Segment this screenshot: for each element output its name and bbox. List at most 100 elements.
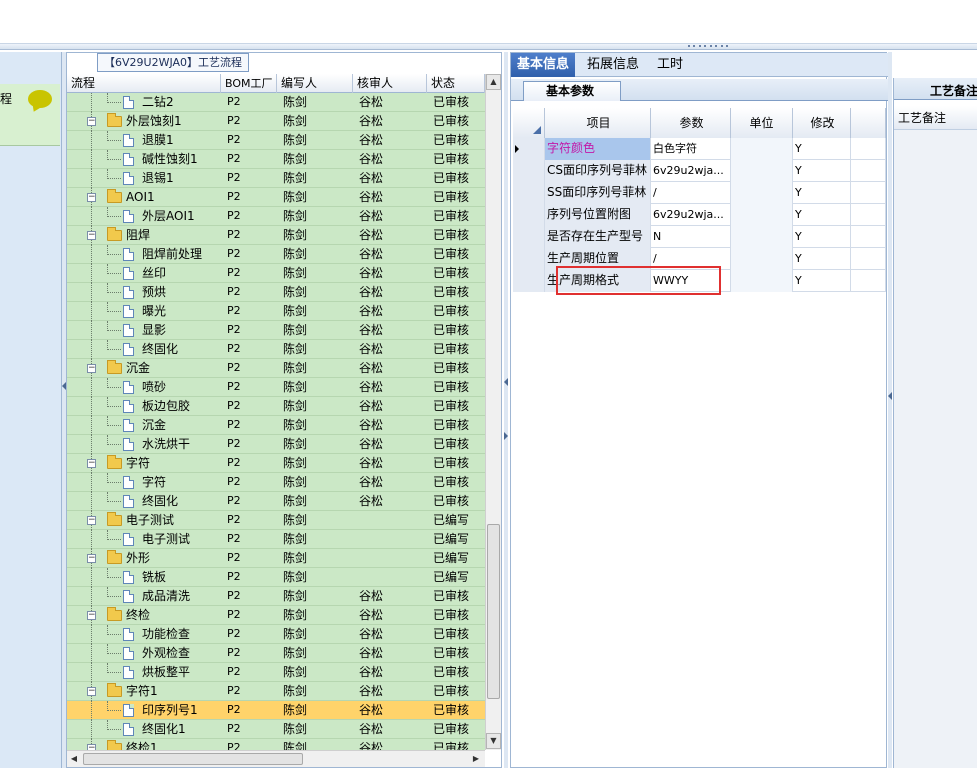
tree-node[interactable]: 丝印 — [67, 264, 221, 283]
tree-row[interactable]: 喷砂 P2 陈剑 谷松 已审核 — [67, 378, 485, 397]
collapse-tree-left-icon[interactable] — [504, 378, 508, 386]
tree-row[interactable]: − 外形 P2 陈剑 已编写 — [67, 549, 485, 568]
row-selector[interactable] — [513, 160, 545, 182]
grid-row[interactable]: 是否存在生产型号 N Y — [513, 226, 886, 248]
tab-extended-info[interactable]: 拓展信息 — [581, 53, 645, 77]
left-nav-item[interactable]: 程 — [0, 84, 60, 146]
row-selector[interactable] — [513, 182, 545, 204]
tree-node[interactable]: 二钻2 — [67, 93, 221, 112]
hscroll-thumb[interactable] — [83, 753, 303, 765]
tree-node[interactable]: 喷砂 — [67, 378, 221, 397]
row-selector[interactable] — [513, 226, 545, 248]
modify-cell[interactable]: Y — [793, 182, 851, 204]
tree-row[interactable]: − AOI1 P2 陈剑 谷松 已审核 — [67, 188, 485, 207]
tree-node[interactable]: − 字符1 — [67, 682, 221, 701]
tree-row[interactable]: 铣板 P2 陈剑 已编写 — [67, 568, 485, 587]
tree-row[interactable]: 电子测试 P2 陈剑 已编写 — [67, 530, 485, 549]
tree-node[interactable]: − 外层蚀刻1 — [67, 112, 221, 131]
collapse-node-icon[interactable]: − — [87, 193, 96, 202]
tree-row[interactable]: 终固化1 P2 陈剑 谷松 已审核 — [67, 720, 485, 739]
tree-node[interactable]: − 电子测试 — [67, 511, 221, 530]
tree-row[interactable]: 丝印 P2 陈剑 谷松 已审核 — [67, 264, 485, 283]
tree-node[interactable]: 显影 — [67, 321, 221, 340]
col-header-flow[interactable]: 流程 — [67, 74, 221, 93]
tree-node[interactable]: 退锡1 — [67, 169, 221, 188]
modify-cell[interactable]: Y — [793, 138, 851, 160]
tree-node[interactable]: 印序列号1 — [67, 701, 221, 720]
tree-row[interactable]: 退锡1 P2 陈剑 谷松 已审核 — [67, 169, 485, 188]
collapse-node-icon[interactable]: − — [87, 459, 96, 468]
tree-row[interactable]: 退膜1 P2 陈剑 谷松 已审核 — [67, 131, 485, 150]
tree-node[interactable]: 曝光 — [67, 302, 221, 321]
tree-row[interactable]: − 电子测试 P2 陈剑 已编写 — [67, 511, 485, 530]
unit-cell[interactable] — [731, 160, 793, 182]
tab-basic-info[interactable]: 基本信息 — [511, 53, 576, 77]
tree-node[interactable]: 预烘 — [67, 283, 221, 302]
tree-vertical-scrollbar[interactable]: ▲ ▼ — [485, 74, 501, 750]
tree-row[interactable]: 碱性蚀刻1 P2 陈剑 谷松 已审核 — [67, 150, 485, 169]
scroll-left-icon[interactable]: ◀ — [67, 752, 81, 766]
col-header-status[interactable]: 状态 — [427, 74, 485, 93]
tree-row[interactable]: 水洗烘干 P2 陈剑 谷松 已审核 — [67, 435, 485, 454]
tree-row[interactable]: − 外层蚀刻1 P2 陈剑 谷松 已审核 — [67, 112, 485, 131]
tree-node[interactable]: 字符 — [67, 473, 221, 492]
tree-row[interactable]: 二钻2 P2 陈剑 谷松 已审核 — [67, 93, 485, 112]
tree-row[interactable]: 烘板整平 P2 陈剑 谷松 已审核 — [67, 663, 485, 682]
tree-row[interactable]: − 阻焊 P2 陈剑 谷松 已审核 — [67, 226, 485, 245]
collapse-tree-right-icon[interactable] — [504, 432, 508, 440]
collapse-node-icon[interactable]: − — [87, 364, 96, 373]
tab-process-remark[interactable]: 工艺备注 — [930, 82, 977, 99]
unit-cell[interactable] — [731, 138, 793, 160]
tree-row[interactable]: 外观检查 P2 陈剑 谷松 已审核 — [67, 644, 485, 663]
modify-cell[interactable]: Y — [793, 226, 851, 248]
collapse-mid-icon[interactable] — [888, 392, 892, 400]
param-cell[interactable]: 6v29u2wja... — [651, 160, 731, 182]
unit-cell[interactable] — [731, 226, 793, 248]
tree-node[interactable]: 终固化 — [67, 492, 221, 511]
scroll-down-icon[interactable]: ▼ — [486, 733, 501, 749]
tree-row[interactable]: 曝光 P2 陈剑 谷松 已审核 — [67, 302, 485, 321]
tree-row[interactable]: 预烘 P2 陈剑 谷松 已审核 — [67, 283, 485, 302]
tree-row[interactable]: 板边包胶 P2 陈剑 谷松 已审核 — [67, 397, 485, 416]
horizontal-splitter[interactable] — [0, 44, 977, 50]
collapse-node-icon[interactable]: − — [87, 117, 96, 126]
tree-node[interactable]: 退膜1 — [67, 131, 221, 150]
tree-node[interactable]: − 终检 — [67, 606, 221, 625]
collapse-node-icon[interactable]: − — [87, 611, 96, 620]
col-header-writer[interactable]: 编写人 — [277, 74, 353, 93]
tree-node[interactable]: − 外形 — [67, 549, 221, 568]
tree-row[interactable]: 印序列号1 P2 陈剑 谷松 已审核 — [67, 701, 485, 720]
tree-node[interactable]: 沉金 — [67, 416, 221, 435]
modify-cell[interactable]: Y — [793, 160, 851, 182]
splitter-grip-icon[interactable] — [688, 45, 728, 48]
tree-row[interactable]: − 字符1 P2 陈剑 谷松 已审核 — [67, 682, 485, 701]
modify-cell[interactable]: Y — [793, 248, 851, 270]
tree-row[interactable]: 字符 P2 陈剑 谷松 已审核 — [67, 473, 485, 492]
tree-node[interactable]: − 终检1 — [67, 739, 221, 750]
param-cell[interactable]: 6v29u2wja... — [651, 204, 731, 226]
subtab-basic-params[interactable]: 基本参数 — [523, 81, 621, 101]
param-cell[interactable]: 白色字符 — [651, 138, 731, 160]
tree-node[interactable]: 外层AOI1 — [67, 207, 221, 226]
tree-row[interactable]: 成品清洗 P2 陈剑 谷松 已审核 — [67, 587, 485, 606]
tree-node[interactable]: 烘板整平 — [67, 663, 221, 682]
grid-corner[interactable] — [513, 108, 545, 138]
scroll-thumb[interactable] — [487, 524, 500, 699]
tree-node[interactable]: − 字符 — [67, 454, 221, 473]
tree-node[interactable]: 成品清洗 — [67, 587, 221, 606]
collapse-node-icon[interactable]: − — [87, 231, 96, 240]
tree-node[interactable]: 外观检查 — [67, 644, 221, 663]
tree-node[interactable]: 电子测试 — [67, 530, 221, 549]
tree-row[interactable]: 显影 P2 陈剑 谷松 已审核 — [67, 321, 485, 340]
tree-node[interactable]: − AOI1 — [67, 188, 221, 207]
modify-cell[interactable]: Y — [793, 204, 851, 226]
tree-row[interactable]: − 终检1 P2 陈剑 谷松 已审核 — [67, 739, 485, 750]
mid-splitter[interactable] — [504, 52, 508, 768]
grid-col-unit[interactable]: 单位 — [731, 108, 793, 138]
grid-col-modify[interactable]: 修改 — [793, 108, 851, 138]
scroll-right-icon[interactable]: ▶ — [469, 752, 483, 766]
collapse-node-icon[interactable]: − — [87, 516, 96, 525]
comment-bubble-icon[interactable] — [28, 90, 52, 108]
tree-node[interactable]: 板边包胶 — [67, 397, 221, 416]
right-splitter[interactable] — [888, 52, 892, 768]
